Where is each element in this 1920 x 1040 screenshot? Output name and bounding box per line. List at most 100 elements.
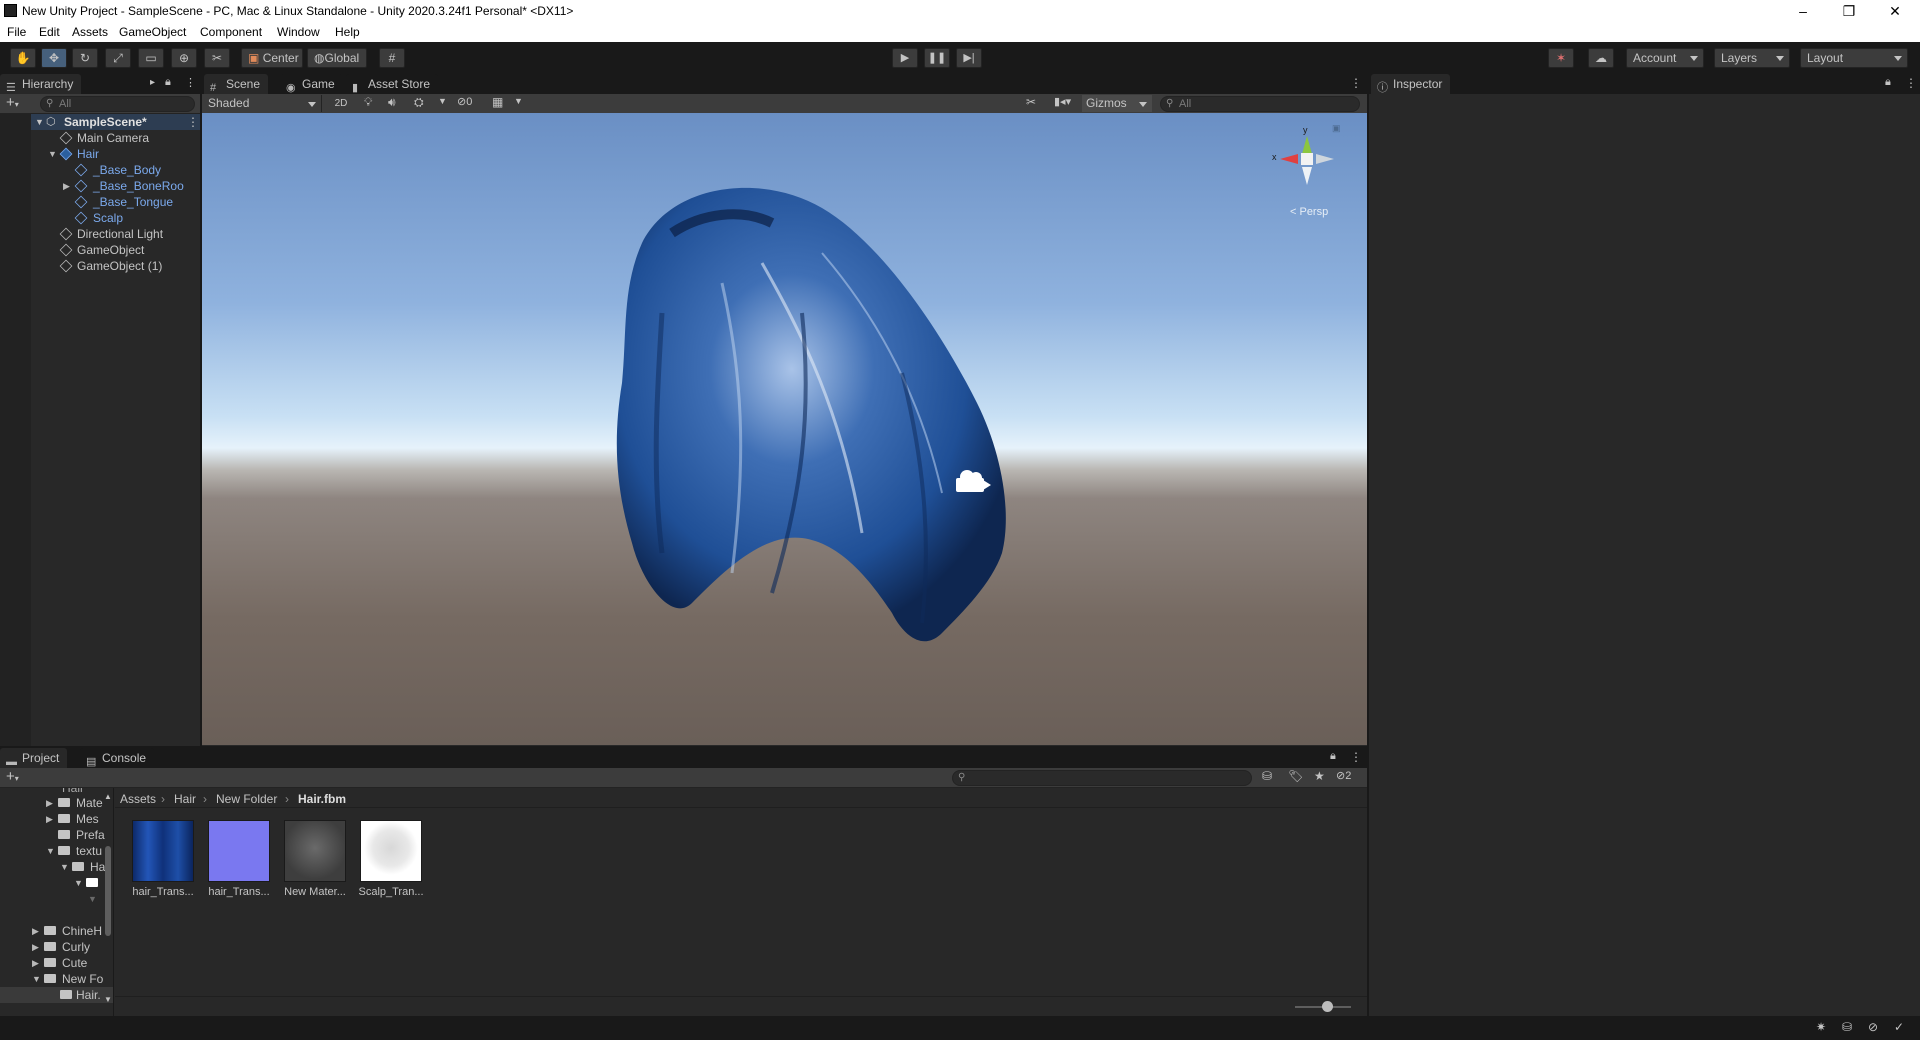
shading-mode-dropdown[interactable]: Shaded bbox=[206, 95, 322, 112]
close-button[interactable]: ✕ bbox=[1872, 0, 1918, 22]
tree-item-materials[interactable]: ▶ Mate bbox=[46, 795, 106, 811]
hierarchy-item-main-camera[interactable]: Main Camera bbox=[59, 130, 200, 146]
scrollbar-thumb[interactable] bbox=[105, 846, 111, 936]
add-object-button[interactable]: +▾ bbox=[6, 94, 19, 114]
hierarchy-item-base-body[interactable]: _Base_Body bbox=[74, 162, 200, 178]
breadcrumb-hair-fbm[interactable]: Hair.fbm bbox=[298, 792, 346, 806]
hierarchy-item-directional-light[interactable]: Directional Light bbox=[59, 226, 200, 242]
tab-console[interactable]: ▤ Console bbox=[80, 748, 155, 768]
menu-edit[interactable]: Edit bbox=[39, 25, 60, 39]
cloud-icon[interactable]: ☁ bbox=[1588, 48, 1614, 68]
audio-toggle-icon[interactable]: 🔊︎ bbox=[388, 95, 396, 110]
scene-header-row[interactable]: ▼ ⬡ SampleScene* ⋮ bbox=[31, 114, 200, 130]
tools-icon[interactable]: ✂ bbox=[1026, 95, 1036, 109]
scene-search-input[interactable]: ⚲ All bbox=[1160, 96, 1360, 112]
y-axis-cone[interactable] bbox=[1302, 136, 1312, 154]
breadcrumb-hair[interactable]: Hair bbox=[174, 792, 196, 806]
tab-asset-store[interactable]: ▮ Asset Store bbox=[346, 74, 439, 94]
gizmo-center-cube[interactable] bbox=[1301, 153, 1313, 165]
menu-assets[interactable]: Assets bbox=[72, 25, 108, 39]
more-options-icon[interactable]: ⋮ bbox=[1905, 76, 1917, 90]
rotate-tool-icon[interactable]: ↻ bbox=[72, 48, 98, 68]
more-options-icon[interactable]: ⋮ bbox=[1350, 76, 1362, 90]
expand-triangle-icon[interactable]: ▶ bbox=[46, 811, 53, 827]
hierarchy-item-gameobject[interactable]: GameObject bbox=[59, 242, 200, 258]
expand-triangle-icon[interactable]: ▶ bbox=[32, 939, 39, 955]
tree-item-meshes[interactable]: ▶ Mes bbox=[46, 811, 106, 827]
expand-triangle-icon[interactable]: ▼ bbox=[74, 875, 83, 891]
menu-file[interactable]: File bbox=[7, 25, 26, 39]
scene-menu-icon[interactable]: ⋮ bbox=[187, 115, 199, 129]
tree-item-hair-sub[interactable]: ▼ Ha bbox=[60, 859, 110, 875]
hierarchy-item-base-boneroot[interactable]: ▶ _Base_BoneRoo bbox=[61, 178, 200, 194]
layout-dropdown[interactable]: Layout bbox=[1800, 48, 1908, 68]
minimize-button[interactable]: – bbox=[1780, 0, 1826, 22]
mode-2d-button[interactable]: 2D bbox=[328, 95, 354, 112]
menu-window[interactable]: Window bbox=[277, 25, 320, 39]
scale-tool-icon[interactable]: ⤢ bbox=[105, 48, 131, 68]
slider-thumb[interactable] bbox=[1322, 1001, 1333, 1012]
rect-tool-icon[interactable]: ▭ bbox=[138, 48, 164, 68]
tab-project[interactable]: ▬ Project bbox=[0, 748, 68, 768]
pivot-mode-button[interactable]: ▣ Center bbox=[241, 48, 303, 68]
neg-y-axis-cone[interactable] bbox=[1302, 167, 1312, 185]
transform-tool-icon[interactable]: ⊕ bbox=[171, 48, 197, 68]
effects-toggle-icon[interactable]: ⛭ bbox=[414, 95, 424, 110]
hierarchy-item-gameobject-1[interactable]: GameObject (1) bbox=[59, 258, 200, 274]
lock-icon[interactable]: 🔒︎ bbox=[1330, 750, 1336, 763]
cache-icon[interactable]: ⛁ bbox=[1842, 1020, 1852, 1034]
expand-triangle-icon[interactable]: ▼ bbox=[35, 117, 44, 127]
expand-triangle-icon[interactable]: ▼ bbox=[48, 146, 57, 162]
tree-item-curly[interactable]: ▶ Curly bbox=[32, 939, 112, 955]
tab-scene[interactable]: # Scene bbox=[204, 74, 269, 94]
hierarchy-item-base-tongue[interactable]: _Base_Tongue bbox=[74, 194, 200, 210]
projection-label[interactable]: < Persp bbox=[1290, 206, 1328, 218]
expand-triangle-icon[interactable]: ▼ bbox=[32, 971, 41, 987]
expand-triangle-icon[interactable]: ▼ bbox=[46, 843, 55, 859]
scene-viewport[interactable]: y x ▣ < Persp bbox=[202, 113, 1367, 745]
debug-icon[interactable]: ✷ bbox=[1816, 1020, 1826, 1034]
expand-triangle-icon[interactable]: ▶ bbox=[63, 178, 70, 194]
gizmos-dropdown[interactable]: Gizmos bbox=[1082, 95, 1152, 112]
layers-dropdown[interactable]: Layers bbox=[1714, 48, 1790, 68]
chevron-down-icon[interactable]: ▼ bbox=[514, 96, 523, 106]
hierarchy-item-hair[interactable]: ▼ Hair bbox=[46, 146, 200, 162]
scroll-down-icon[interactable]: ▼ bbox=[104, 995, 112, 1004]
move-tool-icon[interactable]: ✥ bbox=[41, 48, 67, 68]
lock-icon[interactable]: 🔒︎ bbox=[1885, 76, 1891, 89]
menu-component[interactable]: Component bbox=[200, 25, 262, 39]
tab-game[interactable]: ◉ Game bbox=[280, 74, 343, 94]
breadcrumb-assets[interactable]: Assets bbox=[120, 792, 156, 806]
tree-item-prefabs[interactable]: Prefa bbox=[46, 827, 106, 843]
step-button[interactable]: ▶| bbox=[956, 48, 982, 68]
expand-triangle-icon[interactable]: ▶ bbox=[32, 923, 39, 939]
pause-button[interactable]: ❚❚ bbox=[924, 48, 950, 68]
tree-item-textures[interactable]: ▼ textu bbox=[46, 843, 106, 859]
scroll-up-icon[interactable]: ▲ bbox=[104, 792, 112, 801]
lock-icon[interactable]: 🔒︎ bbox=[165, 76, 171, 89]
hidden-objects-toggle[interactable]: ⊘0 bbox=[457, 95, 472, 108]
tree-item-chinehair[interactable]: ▶ ChineH bbox=[32, 923, 112, 939]
expand-triangle-icon[interactable]: ▶ bbox=[46, 795, 53, 811]
play-button[interactable]: ▶ bbox=[892, 48, 918, 68]
expand-triangle-icon[interactable]: ▼ bbox=[60, 859, 69, 875]
camera-gizmo-icon[interactable] bbox=[956, 470, 992, 494]
pivot-rotation-button[interactable]: ◍Global bbox=[307, 48, 367, 68]
expand-triangle-icon[interactable]: ▶ bbox=[32, 955, 39, 971]
tab-hierarchy[interactable]: ☰ Hierarchy bbox=[0, 74, 82, 94]
collab-icon[interactable]: ✶ bbox=[1548, 48, 1574, 68]
search-by-label-icon[interactable]: 🏷︎ bbox=[1288, 769, 1303, 783]
grid-toggle-icon[interactable]: ▦ bbox=[492, 95, 503, 109]
project-search-input[interactable]: ⚲ bbox=[952, 770, 1252, 786]
orientation-gizmo[interactable]: y x ▣ bbox=[1272, 123, 1342, 193]
menu-help[interactable]: Help bbox=[335, 25, 360, 39]
grid-snap-icon[interactable]: # bbox=[379, 48, 405, 68]
restore-button[interactable]: ❐ bbox=[1826, 0, 1872, 22]
camera-settings-icon[interactable]: ▮◂▾ bbox=[1054, 95, 1071, 108]
lighting-toggle-icon[interactable]: 💡︎ bbox=[364, 95, 372, 110]
account-dropdown[interactable]: Account bbox=[1626, 48, 1704, 68]
hierarchy-item-scalp[interactable]: Scalp bbox=[74, 210, 200, 226]
more-options-icon[interactable]: ⋮ bbox=[185, 76, 196, 89]
neg-x-axis-cone[interactable] bbox=[1316, 154, 1334, 164]
tree-item-new-folder[interactable]: ▼ New Fo bbox=[32, 971, 112, 987]
